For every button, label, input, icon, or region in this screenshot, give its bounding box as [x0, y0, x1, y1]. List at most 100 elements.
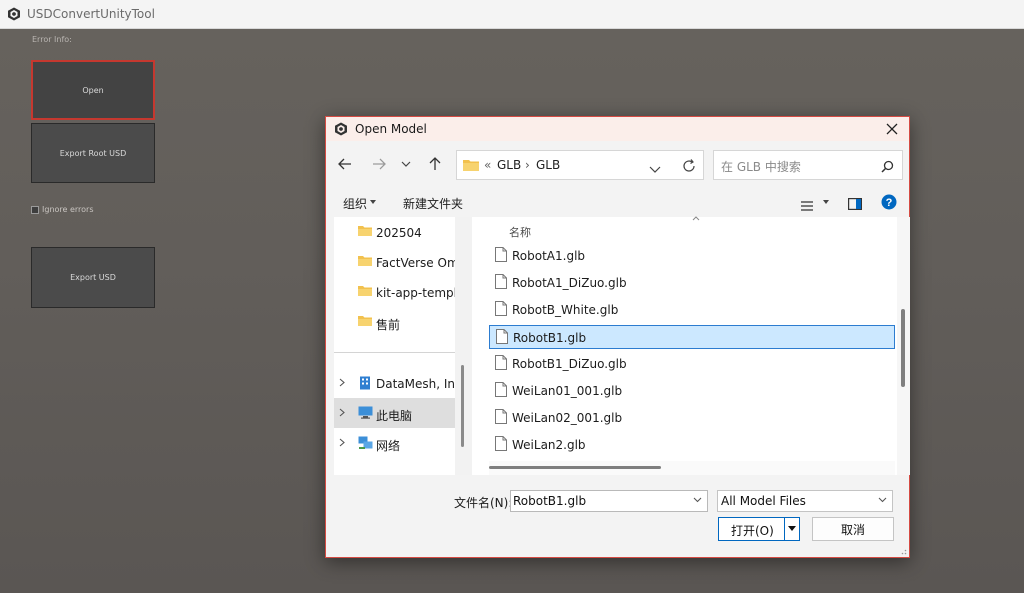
browser-content: 202504 FactVerse Omn kit-app-templa 售前 D…: [334, 216, 910, 475]
new-folder-button[interactable]: 新建文件夹: [403, 195, 463, 212]
file-icon: [495, 355, 507, 370]
sort-caret-icon: [692, 216, 700, 221]
up-arrow-icon[interactable]: [426, 155, 444, 173]
breadcrumb-item[interactable]: GLB: [497, 158, 521, 172]
filename-input[interactable]: RobotB1.glb: [510, 490, 708, 512]
nav-item-this-pc[interactable]: 此电脑: [334, 398, 455, 428]
scroll-thumb[interactable]: [901, 309, 905, 387]
search-input[interactable]: 在 GLB 中搜索: [713, 150, 903, 180]
nav-item-kit-app[interactable]: kit-app-templa: [334, 277, 456, 307]
file-icon: [495, 301, 507, 316]
nav-pane-scrollbar[interactable]: [461, 365, 464, 447]
caret-down-icon[interactable]: [370, 200, 376, 204]
address-bar[interactable]: « GLB › GLB: [456, 150, 704, 180]
vertical-scrollbar[interactable]: [897, 217, 910, 475]
open-split-button[interactable]: 打开(O): [718, 517, 800, 541]
help-icon[interactable]: ?: [881, 194, 897, 214]
checkbox-icon[interactable]: [31, 205, 39, 214]
nav-item-factverse[interactable]: FactVerse Omn: [334, 247, 456, 277]
folder-icon: [358, 256, 372, 266]
search-icon[interactable]: [881, 158, 894, 177]
building-icon: [360, 376, 370, 390]
file-row[interactable]: RobotB1_DiZuo.glb: [489, 352, 895, 376]
file-icon: [496, 329, 508, 344]
app-titlebar: USDConvertUnityTool: [0, 0, 1024, 29]
nav-item-202504[interactable]: 202504: [334, 217, 455, 247]
svg-text:?: ?: [886, 197, 893, 209]
resize-grip-icon[interactable]: [899, 547, 907, 555]
breadcrumb-item[interactable]: GLB: [536, 158, 560, 172]
forward-arrow-icon[interactable]: [370, 155, 388, 173]
preview-pane-icon[interactable]: [848, 195, 863, 214]
open-button-label: 打开(O): [731, 524, 774, 538]
ignore-errors-label: Ignore errors: [42, 205, 94, 214]
recent-locations-chevron-icon[interactable]: [397, 155, 415, 173]
file-name: RobotA1_DiZuo.glb: [512, 276, 627, 290]
chevron-down-icon[interactable]: [878, 497, 887, 503]
chevron-down-icon[interactable]: [693, 497, 702, 503]
unity-logo-icon: [8, 7, 20, 21]
nav-item-label: DataMesh, Inc: [376, 377, 456, 391]
caret-down-icon[interactable]: [823, 200, 829, 204]
navigation-pane: 202504 FactVerse Omn kit-app-templa 售前 D…: [334, 217, 456, 475]
nav-item-label: kit-app-templa: [376, 286, 456, 300]
dialog-title: Open Model: [355, 122, 427, 136]
filetype-select[interactable]: All Model Files: [717, 490, 893, 512]
open-button[interactable]: Open: [31, 60, 155, 120]
ignore-errors-toggle[interactable]: Ignore errors: [31, 205, 94, 214]
filename-label: 文件名(N):: [454, 496, 513, 510]
file-row[interactable]: RobotA1.glb: [489, 244, 895, 268]
refresh-icon[interactable]: [682, 158, 696, 177]
filetype-value: All Model Files: [721, 494, 806, 508]
scroll-thumb[interactable]: [489, 466, 661, 469]
file-name: WeiLan2.glb: [512, 438, 586, 452]
file-name: RobotB1.glb: [513, 331, 587, 345]
close-icon[interactable]: [883, 120, 901, 138]
export-root-usd-button[interactable]: Export Root USD: [31, 123, 155, 183]
folder-icon: [463, 160, 479, 171]
nav-item-label: 202504: [376, 226, 422, 240]
horizontal-scrollbar[interactable]: [489, 461, 895, 475]
network-icon: [358, 436, 373, 449]
file-name: RobotA1.glb: [512, 249, 586, 263]
chevron-right-icon[interactable]: [339, 378, 345, 387]
command-toolbar: 组织 新建文件夹 ?: [326, 189, 909, 215]
chevron-right-icon[interactable]: [339, 438, 345, 447]
file-row-selected[interactable]: RobotB1.glb: [489, 325, 895, 349]
file-row[interactable]: WeiLan01_001.glb: [489, 379, 895, 403]
dropdown-arrow-icon[interactable]: [788, 526, 796, 531]
folder-icon: [358, 316, 372, 326]
unity-logo-icon: [335, 122, 347, 136]
column-header-name[interactable]: 名称: [509, 224, 531, 240]
cancel-button[interactable]: 取消: [812, 517, 894, 541]
nav-divider: [334, 352, 455, 353]
chevron-down-icon[interactable]: [649, 159, 661, 178]
file-row[interactable]: RobotA1_DiZuo.glb: [489, 271, 895, 295]
chevron-right-icon[interactable]: [339, 408, 345, 417]
back-arrow-icon[interactable]: [336, 155, 354, 173]
error-info-label: Error Info:: [32, 35, 72, 44]
split-divider: [784, 518, 785, 540]
breadcrumb-overflow[interactable]: «: [484, 158, 491, 172]
app-title: USDConvertUnityTool: [27, 7, 155, 21]
nav-item-network[interactable]: 网络: [334, 428, 455, 458]
file-list: 名称 RobotA1.glb RobotA1_DiZuo.glb RobotB_…: [472, 216, 897, 475]
file-row[interactable]: WeiLan2.glb: [489, 433, 895, 457]
file-name: WeiLan02_001.glb: [512, 411, 623, 425]
dialog-titlebar[interactable]: Open Model: [326, 117, 909, 141]
file-row[interactable]: WeiLan02_001.glb: [489, 406, 895, 430]
filename-value: RobotB1.glb: [513, 494, 587, 508]
nav-item-label: FactVerse Omn: [376, 256, 456, 270]
pane-splitter[interactable]: [455, 217, 472, 475]
export-usd-button[interactable]: Export USD: [31, 247, 155, 308]
file-row[interactable]: RobotB_White.glb: [489, 298, 895, 322]
nav-item-datamesh[interactable]: DataMesh, Inc: [334, 368, 456, 398]
nav-item-presales[interactable]: 售前: [334, 307, 455, 337]
organize-menu[interactable]: 组织: [343, 195, 367, 212]
file-icon: [495, 274, 507, 289]
file-icon: [495, 382, 507, 397]
file-icon: [495, 436, 507, 451]
view-list-icon[interactable]: [801, 196, 813, 215]
file-icon: [495, 247, 507, 262]
open-model-dialog: Open Model « GLB › GLB 在 GLB 中搜索 组织 新建文件…: [325, 116, 910, 558]
